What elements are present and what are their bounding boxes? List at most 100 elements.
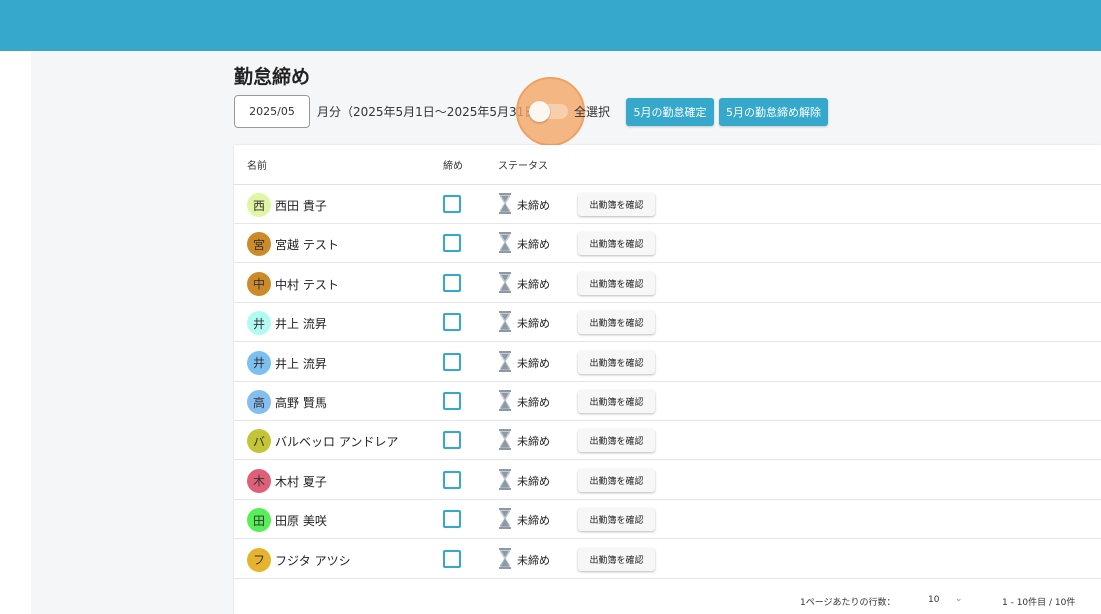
hourglass-icon bbox=[499, 547, 511, 569]
close-checkbox[interactable] bbox=[443, 313, 461, 332]
hourglass-icon bbox=[499, 193, 511, 214]
hourglass-icon bbox=[499, 508, 511, 530]
chevron-down-icon[interactable]: ⌄ bbox=[955, 594, 963, 604]
avatar-initial: 井 bbox=[252, 356, 265, 371]
status-text: 未締め bbox=[517, 199, 550, 212]
close-checkbox[interactable] bbox=[443, 431, 461, 450]
confirm-attendance-button[interactable]: 5月の勤怠確定 bbox=[626, 98, 714, 126]
select-all-label: 全選択 bbox=[574, 105, 611, 119]
status-text: 未締め bbox=[517, 317, 550, 331]
month-range-label: 月分（2025年5月1日〜2025年5月31日） bbox=[317, 105, 549, 119]
avatar: バ bbox=[247, 429, 271, 454]
table-header: 名前 締め ステータス bbox=[234, 145, 1101, 185]
view-attendance-label: 出勤簿を確認 bbox=[589, 516, 644, 527]
status-text: 未締め bbox=[517, 435, 550, 449]
rows-per-page-label: 1ページあたりの行数： bbox=[800, 598, 896, 608]
avatar: 宮 bbox=[247, 232, 271, 257]
employee-name: 中村 テスト bbox=[275, 277, 339, 292]
view-attendance-label: 出勤簿を確認 bbox=[589, 201, 644, 211]
employee-name: 高野 賢馬 bbox=[275, 396, 327, 410]
employee-name: 井上 流昇 bbox=[275, 317, 327, 332]
status-text: 未締め bbox=[517, 553, 550, 567]
employee-name: 木村 夏子 bbox=[275, 474, 327, 489]
table-row: 田 田原 美咲 未締め 出勤簿を確認 bbox=[234, 500, 1101, 540]
employee-name: 田原 美咲 bbox=[275, 514, 327, 529]
view-attendance-button[interactable]: 出勤簿を確認 bbox=[578, 390, 655, 413]
view-attendance-button[interactable]: 出勤簿を確認 bbox=[578, 547, 655, 571]
avatar: 高 bbox=[247, 390, 271, 414]
close-checkbox[interactable] bbox=[443, 195, 461, 213]
column-header-close: 締め bbox=[443, 161, 463, 172]
table-row: 木 木村 夏子 未締め 出勤簿を確認 bbox=[234, 461, 1101, 500]
view-attendance-button[interactable]: 出勤簿を確認 bbox=[578, 429, 655, 453]
close-checkbox[interactable] bbox=[443, 234, 461, 253]
view-attendance-label: 出勤簿を確認 bbox=[589, 476, 644, 487]
close-checkbox[interactable] bbox=[443, 470, 461, 489]
status-text: 未締め bbox=[517, 277, 550, 291]
table-row: 中 中村 テスト 未締め 出勤簿を確認 bbox=[234, 264, 1101, 303]
release-closing-button[interactable]: 5月の勤怠締め解除 bbox=[719, 98, 828, 126]
employee-name: バルベッロ アンドレア bbox=[275, 435, 399, 450]
view-attendance-button[interactable]: 出勤簿を確認 bbox=[578, 193, 655, 216]
close-checkbox[interactable] bbox=[443, 549, 461, 568]
table-row: フ フジタ アツシ 未締め 出勤簿を確認 bbox=[234, 540, 1101, 579]
status-text: 未締め bbox=[517, 238, 550, 252]
employee-name: 宮越 テスト bbox=[275, 238, 339, 253]
view-attendance-button[interactable]: 出勤簿を確認 bbox=[578, 350, 655, 374]
avatar-initial: 西 bbox=[252, 198, 265, 213]
view-attendance-button[interactable]: 出勤簿を確認 bbox=[578, 311, 655, 335]
avatar: 田 bbox=[247, 508, 271, 533]
avatar-initial: 宮 bbox=[252, 237, 265, 252]
employee-name: 西田 貴子 bbox=[275, 199, 327, 213]
table-row: バ バルベッロ アンドレア 未締め 出勤簿を確認 bbox=[234, 421, 1101, 461]
month-input[interactable]: 2025/05 bbox=[234, 95, 310, 128]
hourglass-icon bbox=[499, 390, 511, 411]
table-row: 西 西田 貴子 未締め 出勤簿を確認 bbox=[234, 185, 1101, 224]
avatar: フ bbox=[247, 547, 271, 572]
month-input-value: 2025/05 bbox=[249, 105, 295, 118]
table-row: 井 井上 流昇 未締め 出勤簿を確認 bbox=[234, 303, 1101, 343]
avatar: 西 bbox=[247, 193, 271, 217]
view-attendance-label: 出勤簿を確認 bbox=[589, 358, 644, 369]
view-attendance-button[interactable]: 出勤簿を確認 bbox=[578, 508, 655, 532]
hourglass-icon bbox=[499, 271, 511, 293]
pagination-range: 1 - 10件目 / 10件 bbox=[1002, 598, 1076, 608]
view-attendance-button[interactable]: 出勤簿を確認 bbox=[578, 271, 655, 295]
avatar-initial: フ bbox=[252, 553, 265, 568]
avatar: 中 bbox=[247, 271, 271, 296]
avatar: 井 bbox=[247, 350, 271, 375]
table-row: 宮 宮越 テスト 未締め 出勤簿を確認 bbox=[234, 224, 1101, 264]
view-attendance-label: 出勤簿を確認 bbox=[589, 240, 644, 251]
avatar-initial: バ bbox=[252, 434, 265, 449]
hourglass-icon bbox=[499, 429, 511, 451]
view-attendance-label: 出勤簿を確認 bbox=[589, 437, 644, 448]
close-checkbox[interactable] bbox=[443, 510, 461, 529]
avatar-initial: 井 bbox=[252, 316, 265, 331]
view-attendance-button[interactable]: 出勤簿を確認 bbox=[578, 468, 655, 492]
column-header-status: ステータス bbox=[498, 161, 548, 172]
rows-per-page-select[interactable]: 10 bbox=[928, 595, 939, 605]
select-all-toggle-knob[interactable] bbox=[529, 101, 550, 122]
avatar-initial: 中 bbox=[252, 277, 265, 292]
hourglass-icon bbox=[499, 232, 511, 254]
avatar-initial: 木 bbox=[252, 474, 265, 489]
view-attendance-label: 出勤簿を確認 bbox=[589, 555, 644, 566]
view-attendance-label: 出勤簿を確認 bbox=[589, 319, 644, 330]
view-attendance-button[interactable]: 出勤簿を確認 bbox=[578, 232, 655, 256]
attendance-table-card: 名前 締め ステータス 西 西田 貴子 未締め 出勤簿を確認 宮 宮越 テスト … bbox=[234, 145, 1101, 614]
column-header-name: 名前 bbox=[247, 161, 267, 172]
avatar-initial: 田 bbox=[252, 513, 265, 528]
close-checkbox[interactable] bbox=[443, 273, 461, 292]
hourglass-icon bbox=[499, 468, 511, 490]
status-text: 未締め bbox=[517, 396, 550, 409]
view-attendance-label: 出勤簿を確認 bbox=[589, 398, 644, 408]
employee-name: フジタ アツシ bbox=[275, 553, 351, 568]
close-checkbox[interactable] bbox=[443, 392, 461, 410]
close-checkbox[interactable] bbox=[443, 352, 461, 371]
employee-name: 井上 流昇 bbox=[275, 356, 327, 371]
status-text: 未締め bbox=[517, 514, 550, 528]
avatar: 木 bbox=[247, 468, 271, 493]
table-row: 高 高野 賢馬 未締め 出勤簿を確認 bbox=[234, 382, 1101, 421]
status-text: 未締め bbox=[517, 474, 550, 488]
table-row: 井 井上 流昇 未締め 出勤簿を確認 bbox=[234, 343, 1101, 382]
